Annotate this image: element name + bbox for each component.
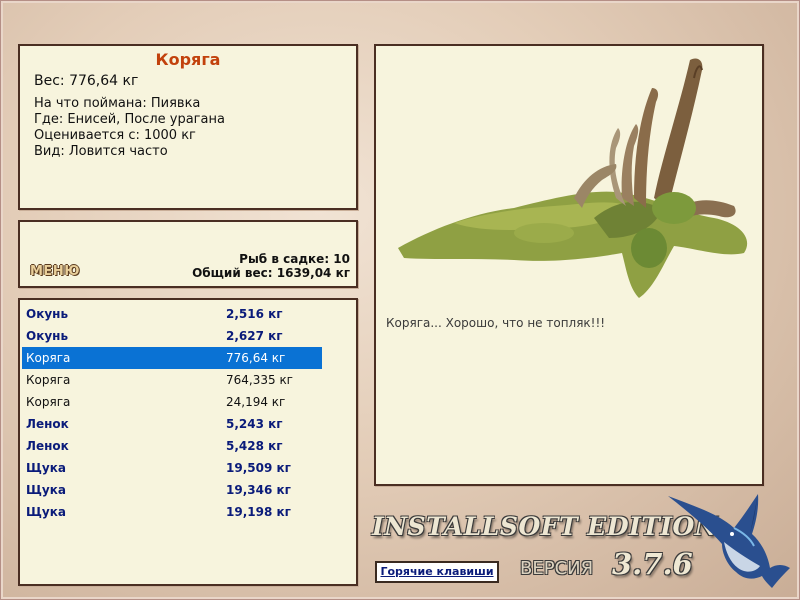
catch-row-weight: 24,194 кг	[226, 395, 286, 409]
catch-row-name: Щука	[26, 461, 66, 475]
menu-button[interactable]: МЕНЮ	[30, 264, 80, 279]
catch-row-name: Коряга	[26, 373, 71, 387]
catch-row-weight: 5,428 кг	[226, 439, 283, 453]
marlin-icon	[668, 494, 790, 588]
catch-row-weight: 19,509 кг	[226, 461, 291, 475]
catch-list-row[interactable]: Окунь 2,627 кг	[22, 325, 322, 347]
catch-weight: Вес: 776,64 кг	[34, 73, 139, 89]
catch-kind: Вид: Ловится часто	[34, 144, 168, 159]
catch-list-row[interactable]: Коряга 776,64 кг	[22, 347, 322, 369]
hotkeys-label: Горячие клавиши	[380, 565, 494, 578]
catch-row-weight: 2,627 кг	[226, 329, 283, 343]
catch-row-weight: 19,346 кг	[226, 483, 291, 497]
catch-row-name: Щука	[26, 483, 66, 497]
valued-from: Оценивается с: 1000 кг	[34, 128, 196, 143]
catch-row-name: Коряга	[26, 395, 71, 409]
catch-row-name: Ленок	[26, 439, 69, 453]
preview-caption: Коряга... Хорошо, что не топляк!!!	[386, 316, 606, 330]
driftwood-snag-image	[398, 58, 748, 298]
catch-row-name: Щука	[26, 505, 66, 519]
catch-title: Коряга	[155, 50, 221, 69]
catch-details: На что поймана: Пиявка Где: Енисей, Посл…	[34, 96, 225, 160]
catch-list-row[interactable]: Ленок 5,428 кг	[22, 435, 322, 457]
catch-list-row[interactable]: Щука 19,509 кг	[22, 457, 322, 479]
fish-count: Рыб в садке: 10	[239, 252, 350, 266]
catch-list[interactable]: Окунь 2,516 кг Окунь 2,627 кг Коряга 776,64 к…	[18, 298, 358, 586]
catch-row-weight: 776,64 кг	[226, 351, 286, 365]
keepnet-stats: Рыб в садке: 10 Общий вес: 1639,04 кг	[192, 252, 350, 280]
catch-location: Где: Енисей, После урагана	[34, 112, 225, 127]
catch-row-weight: 2,516 кг	[226, 307, 283, 321]
catch-list-row[interactable]: Щука 19,346 кг	[22, 479, 322, 501]
catch-row-name: Ленок	[26, 417, 69, 431]
catch-preview-panel: Коряга... Хорошо, что не топляк!!!	[374, 44, 764, 486]
catch-list-row[interactable]: Коряга 764,335 кг	[22, 369, 322, 391]
catch-row-name: Окунь	[26, 307, 69, 321]
catch-row-name: Коряга	[26, 351, 71, 365]
catch-row-weight: 5,243 кг	[226, 417, 283, 431]
catch-info-panel: Коряга Вес: 776,64 кг На что поймана: Пи…	[18, 44, 358, 210]
catch-row-weight: 19,198 кг	[226, 505, 291, 519]
catch-list-row[interactable]: Коряга 24,194 кг	[22, 391, 322, 413]
version-label: ВЕРСИЯ	[520, 558, 594, 579]
hotkeys-button[interactable]: Горячие клавиши	[375, 561, 499, 583]
catch-row-name: Окунь	[26, 329, 69, 343]
catch-list-row[interactable]: Ленок 5,243 кг	[22, 413, 322, 435]
catch-list-row[interactable]: Щука 19,198 кг	[22, 501, 322, 523]
catch-list-row[interactable]: Окунь 2,516 кг	[22, 303, 322, 325]
keepnet-summary-panel: МЕНЮ Рыб в садке: 10 Общий вес: 1639,04 …	[18, 220, 358, 288]
catch-row-weight: 764,335 кг	[226, 373, 293, 387]
caught-with: На что поймана: Пиявка	[34, 96, 201, 111]
total-weight: Общий вес: 1639,04 кг	[192, 266, 350, 280]
